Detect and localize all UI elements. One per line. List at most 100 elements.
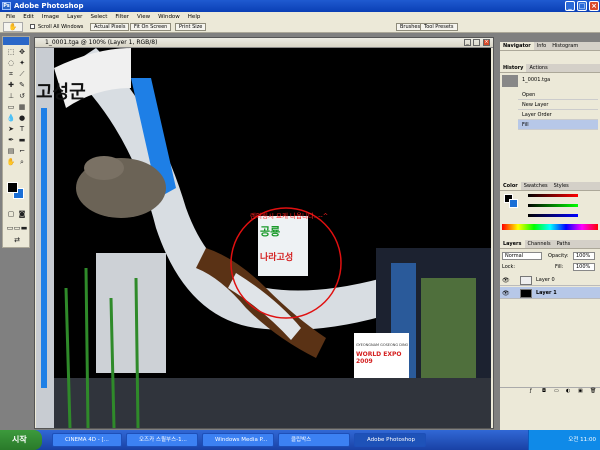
tab-color[interactable]: Color (500, 182, 521, 190)
screen-mode-full-icon[interactable]: ▬ (19, 223, 29, 233)
shape-tool-icon[interactable]: ▬ (17, 135, 27, 145)
doc-close-button[interactable]: × (483, 39, 490, 46)
tab-history[interactable]: History (500, 64, 527, 72)
menu-window[interactable]: Window (154, 14, 184, 20)
menu-select[interactable]: Select (86, 14, 111, 20)
clone-stamp-tool-icon[interactable]: ⊥ (6, 91, 16, 101)
opacity-input[interactable]: 100% (573, 252, 595, 260)
history-snapshot-label[interactable]: 1_0001.tga (522, 77, 550, 83)
red-slider[interactable] (528, 194, 578, 197)
hand-tool-icon[interactable]: ✋ (6, 157, 16, 167)
magic-wand-tool-icon[interactable]: ✦ (17, 58, 27, 68)
doc-minimize-button[interactable]: _ (464, 39, 471, 46)
actual-pixels-button[interactable]: Actual Pixels (90, 23, 130, 31)
tab-paths[interactable]: Paths (554, 240, 574, 248)
notes-tool-icon[interactable]: ▤ (6, 146, 16, 156)
layer-row-active[interactable]: Layer 1 (500, 287, 600, 299)
type-tool-icon[interactable]: T (17, 124, 27, 134)
menu-bar: File Edit Image Layer Select Filter View… (0, 12, 600, 21)
history-snapshot-thumbnail (502, 75, 518, 87)
fit-on-screen-button[interactable]: Fit On Screen (130, 23, 172, 31)
scroll-all-windows-checkbox[interactable] (30, 24, 35, 29)
trash-icon[interactable]: 🗑 (590, 388, 596, 394)
lock-label: Lock: (502, 264, 516, 270)
menu-layer[interactable]: Layer (63, 14, 86, 20)
jump-to-imageready-icon[interactable]: ⇄ (12, 235, 22, 245)
menu-file[interactable]: File (2, 14, 19, 20)
tab-styles[interactable]: Styles (551, 182, 572, 190)
quick-mask-mode-icon[interactable]: ◙ (17, 209, 27, 219)
minimize-button[interactable]: _ (565, 1, 575, 11)
gradient-tool-icon[interactable]: ▦ (17, 102, 27, 112)
blue-slider[interactable] (528, 214, 578, 217)
brush-tool-icon[interactable]: ✎ (17, 80, 27, 90)
menu-edit[interactable]: Edit (19, 14, 38, 20)
clock[interactable]: 오전 11:00 (568, 437, 596, 443)
taskbar-item[interactable]: 오즈카 스윌부스-1... (126, 433, 198, 447)
color-panel-tabs: Color Swatches Styles (500, 182, 600, 191)
opacity-label: Opacity: (548, 253, 569, 259)
image-canvas[interactable]: 렌더링시 요케 나옵니다. --^ 공룡 나라고성 고성군 GYEONGNAM … (36, 48, 491, 428)
floor (54, 378, 491, 428)
title-bar: Ps Adobe Photoshop _ □ × (0, 0, 600, 12)
layer-style-icon[interactable]: ƒ (530, 388, 532, 394)
tab-histogram[interactable]: Histogram (549, 42, 581, 50)
maximize-button[interactable]: □ (577, 1, 587, 11)
tool-presets-well-tab[interactable]: Tool Presets (420, 23, 458, 31)
history-item[interactable]: New Layer (518, 100, 598, 110)
eye-icon[interactable]: 👁 (502, 290, 510, 297)
menu-view[interactable]: View (133, 14, 154, 20)
marquee-tool-icon[interactable]: ⬚ (6, 47, 16, 57)
crop-tool-icon[interactable]: ⌗ (6, 69, 16, 79)
pen-tool-icon[interactable]: ✒ (6, 135, 16, 145)
doc-maximize-button[interactable] (473, 39, 480, 46)
scroll-all-windows-label: Scroll All Windows (38, 24, 84, 30)
options-bar: ✋ Scroll All Windows Actual Pixels Fit O… (0, 21, 600, 33)
menu-help[interactable]: Help (184, 14, 205, 20)
eyedropper-tool-icon[interactable]: ⌐ (17, 146, 27, 156)
new-layer-icon[interactable]: ▣ (578, 388, 583, 394)
tab-channels[interactable]: Channels (525, 240, 554, 248)
close-button[interactable]: × (589, 1, 599, 11)
start-button[interactable]: 시작 (0, 430, 42, 450)
history-item[interactable]: Open (518, 90, 598, 100)
history-brush-tool-icon[interactable]: ↺ (17, 91, 27, 101)
print-size-button[interactable]: Print Size (175, 23, 207, 31)
taskbar-item[interactable]: CINEMA 4D - [... (52, 433, 122, 447)
new-layer-set-icon[interactable]: ▭ (554, 388, 559, 394)
tab-info[interactable]: Info (534, 42, 549, 50)
taskbar-item[interactable]: 클립박스 (278, 433, 350, 447)
taskbar-item[interactable]: Windows Media P... (202, 433, 274, 447)
green-slider[interactable] (528, 204, 578, 207)
hand-tool-preset-icon[interactable]: ✋ (3, 22, 23, 32)
layer-mask-icon[interactable]: ◘ (542, 388, 546, 394)
menu-filter[interactable]: Filter (111, 14, 133, 20)
dodge-tool-icon[interactable]: ● (17, 113, 27, 123)
tab-layers[interactable]: Layers (500, 240, 525, 248)
menu-image[interactable]: Image (38, 14, 63, 20)
color-spectrum-bar[interactable] (502, 224, 598, 230)
slice-tool-icon[interactable]: ⟋ (17, 69, 27, 79)
history-item[interactable]: Layer Order (518, 110, 598, 120)
history-item-active[interactable]: Fill (518, 120, 598, 130)
eye-icon[interactable]: 👁 (502, 277, 510, 284)
color-bg-swatch[interactable] (509, 199, 518, 208)
layer-row[interactable]: Layer 0 (500, 274, 600, 286)
zoom-tool-icon[interactable]: ⌕ (17, 157, 27, 167)
eraser-tool-icon[interactable]: ▭ (6, 102, 16, 112)
blur-tool-icon[interactable]: 💧 (6, 113, 16, 123)
expo-small-text: GYEONGNAM GOSEONG DINOSAUR (356, 343, 408, 347)
taskbar-item-active[interactable]: Adobe Photoshop (354, 433, 426, 447)
fill-input[interactable]: 100% (573, 263, 595, 271)
tab-navigator[interactable]: Navigator (500, 42, 534, 50)
healing-brush-tool-icon[interactable]: ✚ (6, 80, 16, 90)
blend-mode-select[interactable]: Normal (502, 252, 542, 260)
lasso-tool-icon[interactable]: ◌ (6, 58, 16, 68)
foreground-color-swatch[interactable] (7, 182, 18, 193)
path-selection-tool-icon[interactable]: ➤ (6, 124, 16, 134)
tab-swatches[interactable]: Swatches (521, 182, 551, 190)
adjustment-layer-icon[interactable]: ◐ (566, 388, 570, 394)
tab-actions[interactable]: Actions (526, 64, 550, 72)
move-tool-icon[interactable]: ✥ (17, 47, 27, 57)
standard-mode-icon[interactable]: ▢ (6, 209, 16, 219)
